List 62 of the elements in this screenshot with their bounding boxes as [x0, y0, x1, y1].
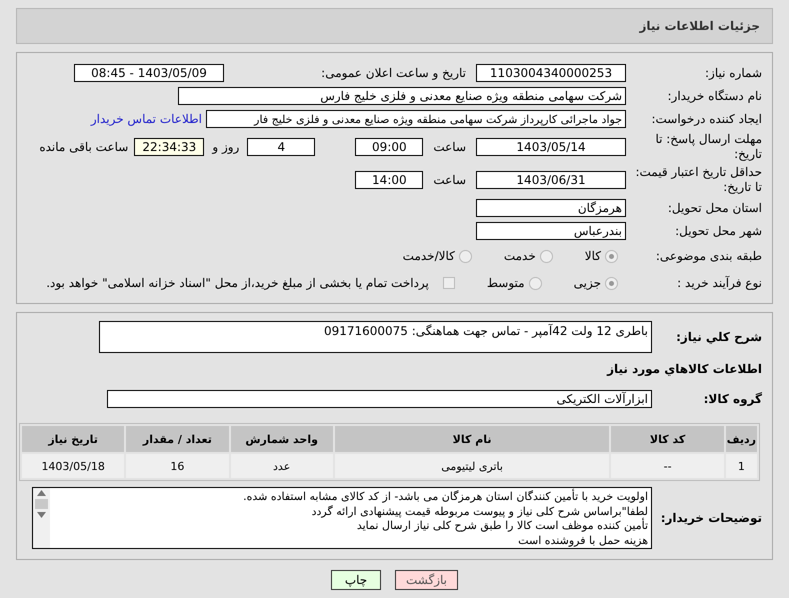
table-cell: 1403/05/18	[22, 454, 124, 478]
date-field[interactable]: 1403/06/31	[476, 171, 626, 189]
days-field[interactable]: 4	[247, 138, 316, 156]
radio-button[interactable]	[458, 250, 472, 262]
radio-button[interactable]	[528, 276, 542, 290]
page-title: جزئیات اطلاعات نیاز	[639, 19, 760, 33]
back-button[interactable]: بازگشت	[395, 570, 458, 590]
days-label: روز و	[212, 140, 240, 154]
radio-button[interactable]	[540, 250, 553, 262]
time-label: ساعت	[433, 173, 466, 187]
field-label: ایجاد کننده درخواست:	[650, 112, 763, 126]
time-field[interactable]: 09:00	[355, 138, 424, 156]
field-label: حداقل تاریخ اعتبار قیمت: تا تاریخ:	[634, 165, 763, 195]
treasury-note: پرداخت تمام یا بخشی از مبلغ خرید،از محل "اسناد خزانه اسلامی" خواهد بود.	[46, 276, 429, 290]
time-field[interactable]: 14:00	[355, 171, 424, 189]
notes-field[interactable]: اولویت خرید با تأمین کنندگان استان هرمزگان می باشد- از کد کالای مشابه استفاده شده. لطفا"براساس شرح کلی نیاز و پیوست مربوطه قیمت پیشنهادی ارائه گردد تأمین کننده موظف است کالا را طبق شرح کلی نیاز ارسال نماید هزینه حمل با فروشنده است	[32, 487, 652, 549]
scrollbar-icon	[33, 488, 50, 548]
option-label: خدمت	[504, 249, 536, 263]
table-cell: 1	[726, 454, 757, 478]
field-label: گروه کالا:	[702, 392, 763, 406]
buyer-field[interactable]: شرکت سهامی منطقه ویژه صنایع معدنی و فلزی خلیج فارس	[178, 87, 626, 105]
column-header: تاریخ نیاز	[22, 426, 124, 452]
remaining-time-field[interactable]: 22:34:33	[134, 138, 204, 156]
city-field[interactable]: بندرعباس	[476, 222, 626, 240]
option-label: متوسط	[486, 276, 525, 290]
requester-field[interactable]: جواد ماجرائی کارپرداز شرکت سهامی منطقه ویژه صنایع معدنی و فلزی خلیج فار	[206, 110, 626, 128]
column-header: ردیف	[726, 426, 757, 452]
field-label: شماره نیاز:	[704, 66, 763, 80]
goods-group-field[interactable]: ابزارآلات الکتریکی	[107, 390, 652, 408]
option-label: جزیی	[574, 276, 601, 290]
description-field[interactable]: باطری 12 ولت 42آمپر - تماس جهت هماهنگی: 09171600075	[99, 321, 652, 353]
date-field[interactable]: 1403/05/14	[476, 138, 626, 156]
field-label: نام دستگاه خریدار:	[666, 88, 763, 104]
checkbox[interactable]	[442, 277, 455, 289]
radio-button[interactable]	[605, 250, 618, 262]
table-cell: عدد	[230, 454, 333, 478]
field-label: استان محل تحویل:	[666, 200, 763, 216]
field-label: شهر محل تحویل:	[674, 224, 763, 238]
radio-button[interactable]	[605, 276, 618, 290]
column-header: نام کالا	[334, 426, 610, 452]
field-label: شرح کلي نياز:	[675, 330, 763, 344]
field-label: تاریخ و ساعت اعلان عمومی:	[320, 66, 467, 80]
contact-link[interactable]: اطلاعات تماس خریدار	[90, 112, 202, 126]
table-cell: باتری لیتیومی	[334, 454, 610, 478]
table-cell: --	[611, 454, 724, 478]
field-label: طبقه بندی موضوعی:	[654, 248, 763, 264]
print-button[interactable]: چاپ	[331, 570, 381, 590]
table-cell: 16	[126, 454, 229, 478]
section-heading: اطلاعات کالاهاي مورد نياز	[607, 362, 763, 376]
province-field[interactable]: هرمزگان	[476, 199, 626, 217]
need-number-field[interactable]: 1103004340000253	[476, 64, 626, 82]
field-label: مهلت ارسال پاسخ: تا تاریخ:	[654, 132, 763, 162]
column-header: کد کالا	[611, 426, 724, 452]
option-label: کالا	[584, 249, 601, 263]
field-label: توضیحات خریدار:	[660, 510, 763, 526]
field-label: نوع فرآیند خرید :	[676, 276, 763, 290]
column-header: تعداد / مقدار	[126, 426, 229, 452]
option-label: کالا/خدمت	[402, 249, 455, 263]
announce-date-field[interactable]: 1403/05/09 - 08:45	[74, 64, 224, 82]
remaining-label: ساعت باقی مانده	[39, 140, 128, 154]
time-label: ساعت	[433, 140, 466, 154]
column-header: واحد شمارش	[230, 426, 333, 452]
